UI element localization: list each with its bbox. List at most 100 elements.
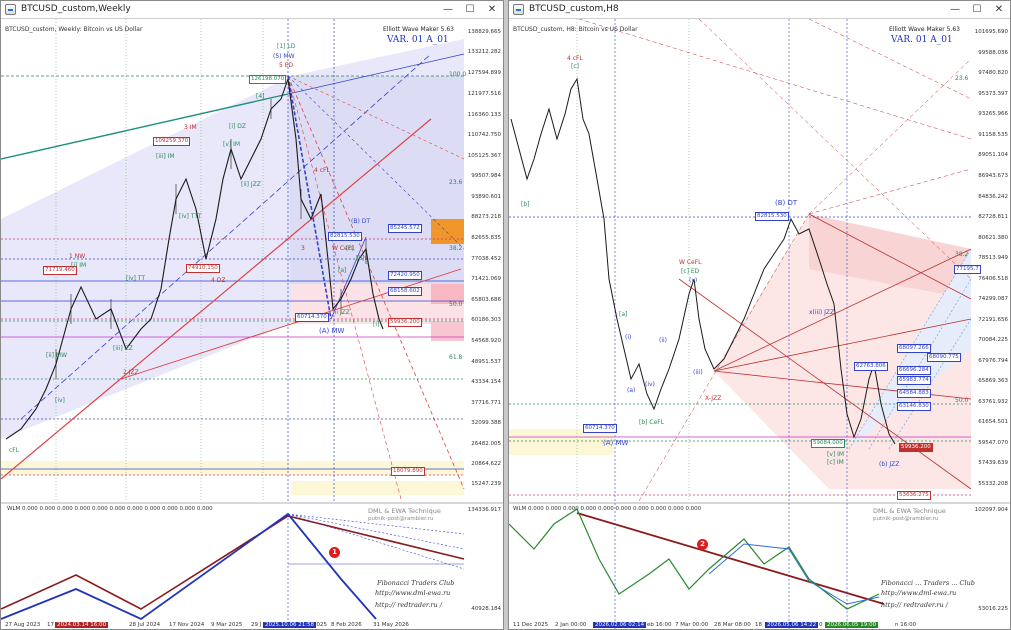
- time-tick: 18: [755, 622, 762, 628]
- price-box: 109259.370: [153, 137, 191, 146]
- indicator-tick: 102097.904: [974, 507, 1008, 513]
- maximize-button[interactable]: ☐: [966, 1, 988, 19]
- wave-label: (a): [627, 387, 636, 394]
- indicator-axis: 134336.917 40928.184: [462, 503, 503, 629]
- h8-chart-window[interactable]: BTCUSD_custom,H8 — ☐ ✕ BTCUSD_custom, H8…: [508, 0, 1011, 630]
- indicator-label: WLM 0.000 0.000 0.000 0.000 0.000 0.000 …: [513, 506, 702, 512]
- price-tick: 67976.794: [978, 358, 1008, 364]
- wave-label: (v): [689, 277, 698, 284]
- variant-label: VAR. 01 A_01: [891, 35, 953, 45]
- price-tick: 138829.665: [467, 29, 501, 35]
- credit-text: putnik-post@rambler.ru: [368, 516, 434, 522]
- indicator-tick: 40928.184: [471, 606, 501, 612]
- price-tick: 82655.835: [471, 235, 501, 241]
- price-tick: 57439.639: [978, 460, 1008, 466]
- maximize-button[interactable]: ☐: [459, 1, 481, 19]
- fib-level-label: 50.0: [449, 301, 463, 308]
- time-tick-highlight: 2026.02.06 02:14: [593, 622, 647, 628]
- marker-badge: 1: [329, 547, 340, 558]
- title-bar[interactable]: BTCUSD_custom,H8 — ☐ ✕: [509, 1, 1010, 19]
- wave-label: [iii] IM: [156, 153, 175, 160]
- wave-label: (A) MW: [319, 327, 345, 335]
- price-tick: 99588.036: [978, 50, 1008, 56]
- minimize-button[interactable]: —: [437, 1, 459, 19]
- chart-header: BTCUSD_custom, Weekly: Bitcoin vs US Dol…: [5, 26, 143, 33]
- price-box: 77195.7: [954, 265, 981, 274]
- credit-text: http:// redtrader.ru /: [881, 601, 948, 609]
- marker-badge: 2: [697, 539, 708, 550]
- price-chart-area[interactable]: BTCUSD_custom, H8: Bitcoin vs US Dollar …: [509, 19, 1010, 629]
- fib-level-label: 23.6: [449, 179, 463, 186]
- credit-text: Fibonacci ... Traders ... Club: [881, 579, 975, 587]
- minimize-button[interactable]: —: [944, 1, 966, 19]
- price-tick: 80621.380: [978, 235, 1008, 241]
- fib-level-label: 50.0: [955, 397, 969, 404]
- window-title: BTCUSD_custom,H8: [529, 4, 619, 14]
- price-box: 68158.602: [388, 287, 422, 296]
- wave-label: [a]: [619, 311, 628, 318]
- price-tick: 55332.208: [978, 481, 1008, 487]
- price-tick: 77038.452: [471, 256, 501, 262]
- price-tick: 127594.899: [467, 70, 501, 76]
- close-button[interactable]: ✕: [481, 1, 503, 19]
- wave-label: 4 cFL: [567, 55, 583, 62]
- chart-window-icon: [513, 4, 524, 15]
- time-tick: 11 Dec 2025: [513, 622, 549, 628]
- title-bar[interactable]: BTCUSD_custom,Weekly — ☐ ✕: [1, 1, 503, 19]
- price-tick: 43334.154: [471, 379, 501, 385]
- fib-level-label: 38.2: [449, 245, 463, 252]
- wave-label: [iii] ZZ: [113, 345, 133, 352]
- fib-level-label: 100.0: [449, 71, 467, 78]
- price-box: 59936.200: [899, 443, 933, 452]
- time-tick-highlight: 2024.03.14 16:00: [55, 622, 109, 628]
- price-tick: 65803.686: [471, 297, 501, 303]
- time-tick: 27 Aug 2023: [5, 622, 41, 628]
- price-box: 66696.284: [897, 366, 931, 375]
- price-chart-area[interactable]: BTCUSD_custom, Weekly: Bitcoin vs US Dol…: [1, 19, 503, 629]
- price-tick: 60186.303: [471, 317, 501, 323]
- price-axis: 138829.665 133212.282 127594.899 121977.…: [462, 19, 503, 501]
- price-tick: 78513.949: [978, 255, 1008, 261]
- price-tick: 121977.516: [467, 91, 501, 97]
- price-tick: 110742.750: [467, 132, 501, 138]
- credit-text: http:// redtrader.ru /: [375, 601, 442, 609]
- wave-label: [b] CeFL: [639, 419, 665, 426]
- wave-label: (iii): [693, 369, 703, 376]
- price-tick: 48951.537: [471, 359, 501, 365]
- wave-label: (iv): [645, 381, 655, 388]
- chart-header: BTCUSD_custom, H8: Bitcoin vs US Dollar: [513, 26, 638, 33]
- fib-level-label: 38.2: [955, 251, 969, 258]
- indicator-tick: 134336.917: [467, 507, 501, 513]
- price-tick: 133212.282: [467, 49, 501, 55]
- price-box: 74910.150: [186, 264, 220, 273]
- price-tick: 88273.218: [471, 214, 501, 220]
- time-tick: 28 Jul 2024: [129, 622, 161, 628]
- wave-label: [ii] MW: [46, 352, 68, 359]
- wave-label: (i): [625, 334, 632, 341]
- weekly-chart-drawing: [1, 19, 503, 629]
- wave-label: (b) JZZ: [879, 461, 900, 468]
- wave-label: [4]: [256, 93, 265, 100]
- weekly-chart-window[interactable]: BTCUSD_custom,Weekly — ☐ ✕ BTCUSD_custom…: [0, 0, 504, 630]
- price-tick: 84836.242: [978, 194, 1008, 200]
- ewm-label: Elliott Wave Maker 5.63: [383, 26, 454, 33]
- price-box: 60714.370: [295, 313, 329, 322]
- credit-text: DML & EWA Technique: [873, 507, 946, 515]
- wave-label: [c]: [571, 63, 579, 70]
- time-tick: 8 Feb 2026: [331, 622, 362, 628]
- price-box: 62763.806: [854, 362, 888, 371]
- time-tick-highlight: 2026.06.05 19:00: [825, 622, 879, 628]
- time-tick: 0: [819, 622, 823, 628]
- price-tick: 63761.932: [978, 399, 1008, 405]
- time-tick: 17: [47, 622, 54, 628]
- h8-chart-drawing: [509, 19, 1010, 629]
- wave-label: 3 IM: [184, 124, 197, 131]
- price-tick: 99507.984: [471, 173, 501, 179]
- price-box: 18079.890: [391, 467, 425, 476]
- wave-label: x(iii) JZZ: [809, 309, 835, 316]
- close-button[interactable]: ✕: [988, 1, 1010, 19]
- wave-label: [a]: [338, 267, 347, 274]
- price-tick: 105125.367: [467, 153, 501, 159]
- wave-label: [b]: [521, 201, 530, 208]
- price-tick: 97480.820: [978, 70, 1008, 76]
